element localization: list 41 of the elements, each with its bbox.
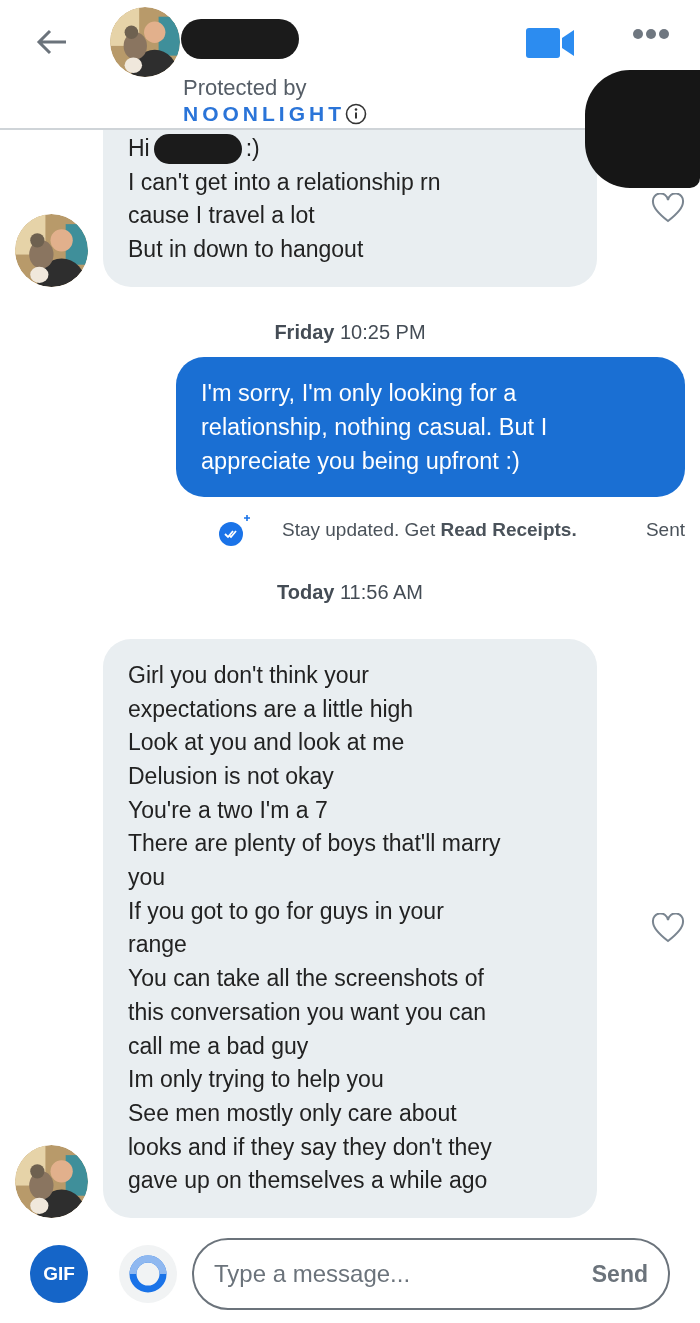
read-receipts-prompt[interactable]: Stay updated. Get Read Receipts.	[282, 515, 577, 545]
message-text: expectations are a little high	[128, 694, 415, 724]
video-camera-icon[interactable]	[526, 28, 576, 58]
message-text: you	[128, 863, 167, 893]
message-text: :)	[245, 134, 260, 163]
message-text: If you got to go for guys in your	[128, 896, 445, 926]
message-text: You can take all the screenshots of	[128, 964, 485, 994]
message-text: relationship, nothing casual. But I	[201, 412, 549, 442]
send-button[interactable]: Send	[591, 1256, 648, 1292]
message-text: gave up on themselves a while ago	[128, 1166, 489, 1196]
gif-button[interactable]: GIF	[30, 1245, 88, 1303]
message-input[interactable]: Type a message... Send	[192, 1238, 670, 1310]
message-text: call me a bad guy	[128, 1031, 310, 1061]
message-text: Delusion is not okay	[128, 761, 335, 791]
heart-icon[interactable]	[651, 913, 685, 944]
message-text: Girl you don't think your	[128, 660, 370, 690]
message-text: See men mostly only care about	[128, 1098, 458, 1128]
message-text: appreciate you being upfront :)	[201, 446, 521, 476]
timestamp: Friday 10:25 PM	[274, 319, 426, 345]
info-icon[interactable]	[345, 103, 367, 125]
message-text: cause I travel a lot	[128, 201, 316, 231]
message-text: I can't get into a relationship rn	[128, 167, 442, 197]
double-check-icon	[218, 512, 252, 547]
brand-logo: NOONLIGHT	[183, 101, 345, 127]
message-text: I'm sorry, I'm only looking for a	[201, 378, 518, 408]
protected-label: Protected by	[183, 75, 308, 101]
heart-icon[interactable]	[651, 193, 685, 224]
message-text: this conversation you want you can	[128, 997, 487, 1027]
message-text: Hi	[128, 134, 150, 163]
delivery-status: Sent	[645, 517, 685, 542]
message-text: Look at you and look at me	[128, 728, 406, 758]
message-text: range	[128, 930, 188, 960]
message-text: Im only trying to help you	[128, 1065, 385, 1095]
back-arrow-icon[interactable]	[36, 28, 68, 56]
message-text: But in down to hangout	[128, 235, 365, 265]
more-options-icon[interactable]	[632, 28, 670, 40]
loading-ring-icon[interactable]	[118, 1244, 178, 1304]
message-text: There are plenty of boys that'll marry	[128, 829, 502, 859]
timestamp: Today 11:56 AM	[277, 579, 423, 605]
message-text: looks and if they say they don't they	[128, 1132, 493, 1162]
message-text: You're a two I'm a 7	[128, 795, 329, 825]
